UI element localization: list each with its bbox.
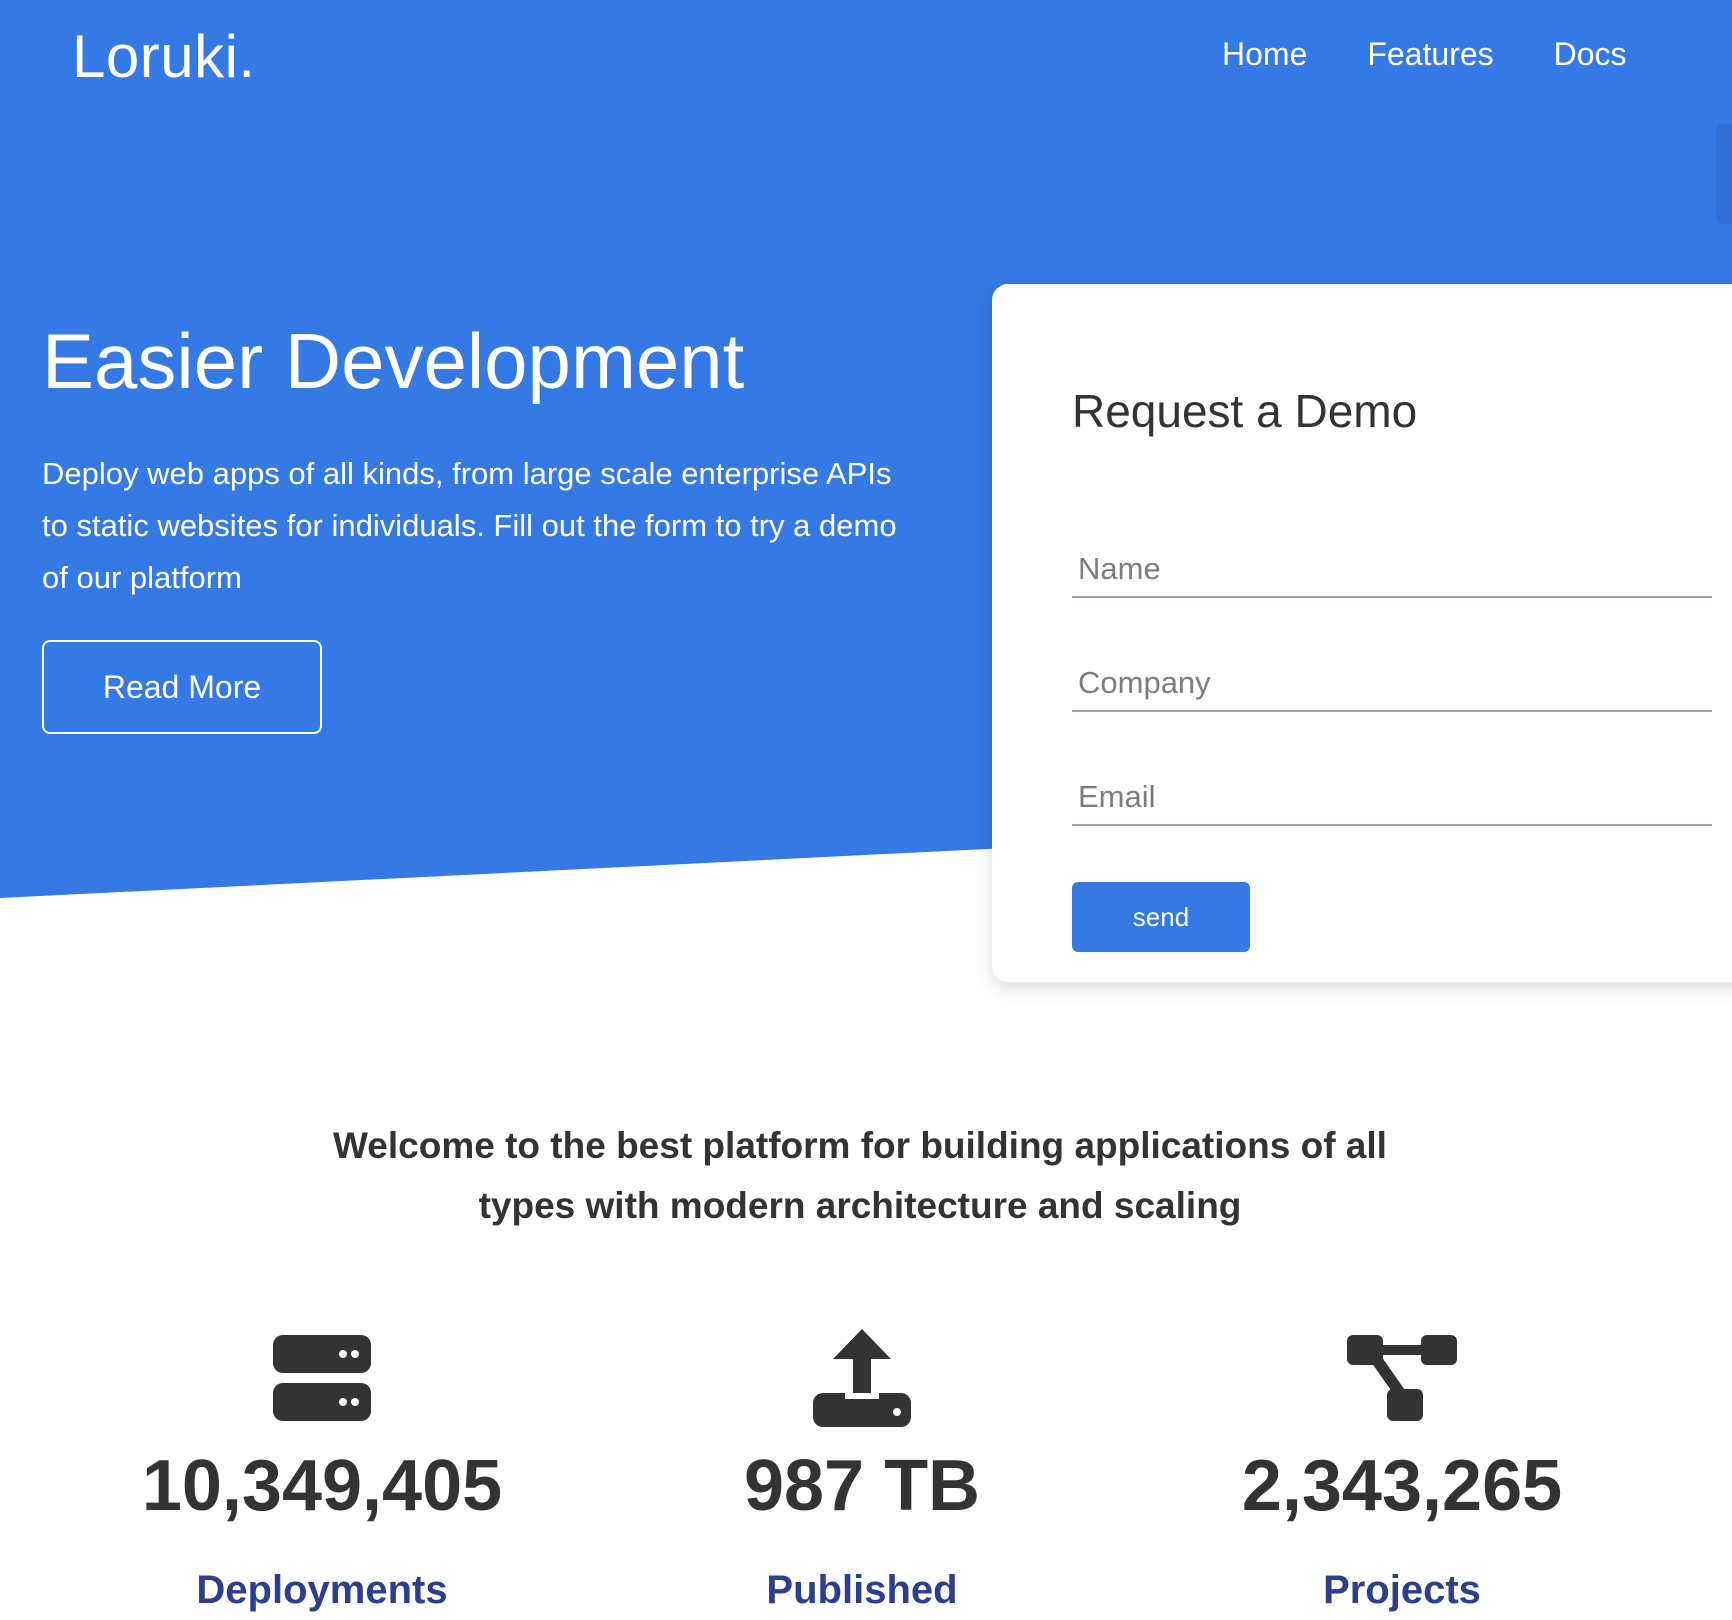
stat-label: Deployments [196,1568,448,1612]
stat-value: 10,349,405 [141,1446,503,1526]
stat-value: 2,343,265 [1241,1446,1563,1526]
form-title: Request a Demo [1072,385,1418,437]
name-field[interactable] [1072,542,1712,598]
stat-value: 987 TB [743,1446,981,1526]
company-field[interactable] [1072,656,1712,712]
send-button[interactable]: send [1072,882,1250,952]
main-nav: Home Features Docs [1222,36,1687,73]
stat-label: Published [766,1568,958,1612]
scroll-handle[interactable] [1716,124,1732,224]
nav-item-features[interactable]: Features [1367,36,1493,73]
upload-icon [562,1329,1162,1427]
demo-request-card: Request a Demo send [992,284,1732,982]
server-icon [22,1330,622,1426]
stat-projects: 2,343,265 Projects [1102,1330,1702,1613]
hero-description: Deploy web apps of all kinds, from large… [42,456,897,595]
stat-label: Projects [1323,1568,1481,1612]
logo[interactable]: Loruki. [72,22,256,91]
read-more-button[interactable]: Read More [42,640,322,734]
stat-published: 987 TB Published [562,1329,1162,1613]
hero-title: Easier Development [42,317,745,405]
email-field[interactable] [1072,770,1712,826]
nav-item-home[interactable]: Home [1222,36,1307,73]
stat-deployments: 10,349,405 Deployments [22,1330,622,1613]
project-diagram-icon [1102,1330,1702,1426]
nav-item-docs[interactable]: Docs [1554,36,1627,73]
welcome-text: Welcome to the best platform for buildin… [333,1125,1387,1226]
